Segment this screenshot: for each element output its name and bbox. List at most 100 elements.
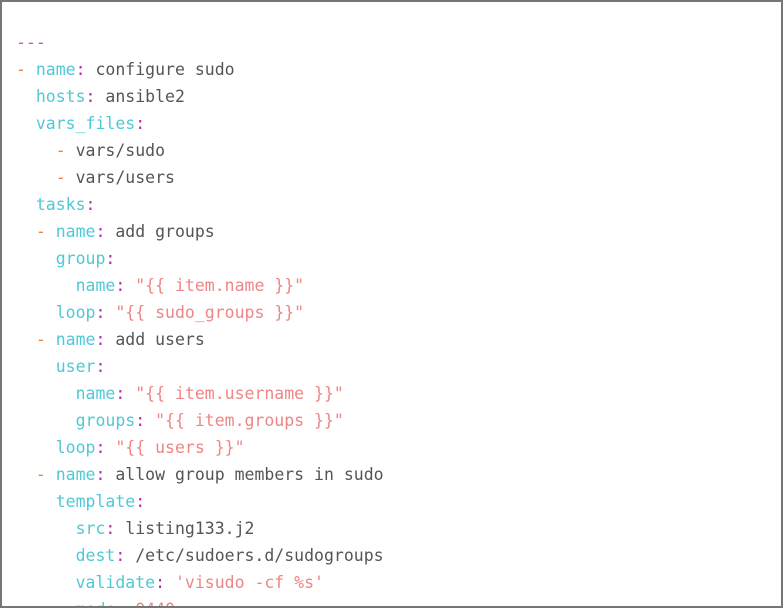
code-token-key: loop (55, 302, 96, 322)
code-token-plain: listing133.j2 (115, 518, 255, 538)
code-listing-panel: --- - name: configure sudo hosts: ansible… (0, 0, 783, 608)
code-token-plain: allow group members in sudo (105, 464, 384, 484)
code-token-key: src (75, 518, 106, 538)
code-token-key: groups (75, 410, 136, 430)
code-line: - name: allow group members in sudo (16, 461, 781, 488)
code-line: loop: "{{ sudo_groups }}" (16, 299, 781, 326)
code-token-key: name (75, 275, 116, 295)
code-token-colon: : (85, 86, 96, 106)
code-lines-container: --- - name: configure sudo hosts: ansible… (16, 29, 781, 607)
code-token-key: name (35, 59, 76, 79)
code-line: - name: add users (16, 326, 781, 353)
code-line: tasks: (16, 191, 781, 218)
code-token-dash: - (55, 167, 76, 187)
code-token-doc: --- (16, 32, 46, 52)
code-line: user: (16, 353, 781, 380)
code-token-colon: : (105, 518, 116, 538)
code-line: validate: 'visudo -cf %s' (16, 569, 781, 596)
code-token-str: "{{ sudo_groups }}" (115, 302, 305, 322)
code-token-str: 'visudo -cf %s' (174, 572, 324, 592)
code-line: mode: 0440 (16, 596, 781, 607)
code-token-key: group (55, 248, 106, 268)
code-token-plain: vars/users (75, 167, 175, 187)
code-token-key: name (55, 329, 96, 349)
code-token-plain: vars/sudo (75, 140, 166, 160)
code-token-colon: : (95, 302, 106, 322)
code-line: - name: configure sudo (16, 56, 781, 83)
code-token-key: validate (75, 572, 156, 592)
code-token-colon: : (95, 356, 106, 376)
code-token-plain: configure sudo (85, 59, 235, 79)
code-line: template: (16, 488, 781, 515)
code-token-dash: - (35, 329, 56, 349)
code-token-plain: add users (105, 329, 205, 349)
code-token-key: dest (75, 545, 116, 565)
code-token-dash: - (55, 140, 76, 160)
code-token-colon: : (115, 600, 125, 607)
code-token-colon: : (115, 275, 126, 295)
code-token-key: user (55, 356, 96, 376)
code-token-colon: : (115, 545, 126, 565)
code-token-str: "{{ item.groups }}" (155, 410, 344, 430)
yaml-source-code[interactable]: --- - name: configure sudo hosts: ansible… (2, 29, 781, 607)
code-token-colon: : (155, 572, 166, 592)
code-token-colon: : (95, 221, 106, 241)
code-token-plain: ansible2 (95, 86, 185, 106)
code-line: group: (16, 245, 781, 272)
code-line: vars_files: (16, 110, 781, 137)
code-line: dest: /etc/sudoers.d/sudogroups (16, 542, 781, 569)
code-token-colon: : (135, 113, 146, 133)
code-token-colon: : (75, 59, 86, 79)
code-line: - vars/users (16, 164, 781, 191)
code-token-key: name (55, 464, 96, 484)
code-line: groups: "{{ item.groups }}" (16, 407, 781, 434)
code-token-colon: : (85, 194, 96, 214)
code-token-colon: : (95, 437, 106, 457)
code-token-key: template (55, 491, 136, 511)
code-token-plain: add groups (105, 221, 215, 241)
code-line: - vars/sudo (16, 137, 781, 164)
code-token-key: vars_files (35, 113, 136, 133)
code-token-colon: : (135, 491, 146, 511)
code-line: name: "{{ item.username }}" (16, 380, 781, 407)
code-token-colon: : (135, 410, 146, 430)
code-line: hosts: ansible2 (16, 83, 781, 110)
code-token-str: "{{ item.username }}" (135, 383, 344, 403)
code-line: --- (16, 29, 781, 56)
code-token-str: "{{ users }}" (115, 437, 245, 457)
code-token-key: mode (76, 600, 116, 607)
code-token-dash: - (35, 221, 56, 241)
code-token-colon: : (115, 383, 126, 403)
code-token-dash: - (16, 59, 36, 79)
code-token-num: 0440 (135, 600, 175, 607)
code-line: - name: add groups (16, 218, 781, 245)
code-line: name: "{{ item.name }}" (16, 272, 781, 299)
code-token-key: name (55, 221, 96, 241)
code-token-colon: : (105, 248, 116, 268)
code-token-plain: /etc/sudoers.d/sudogroups (125, 545, 384, 565)
code-line: src: listing133.j2 (16, 515, 781, 542)
